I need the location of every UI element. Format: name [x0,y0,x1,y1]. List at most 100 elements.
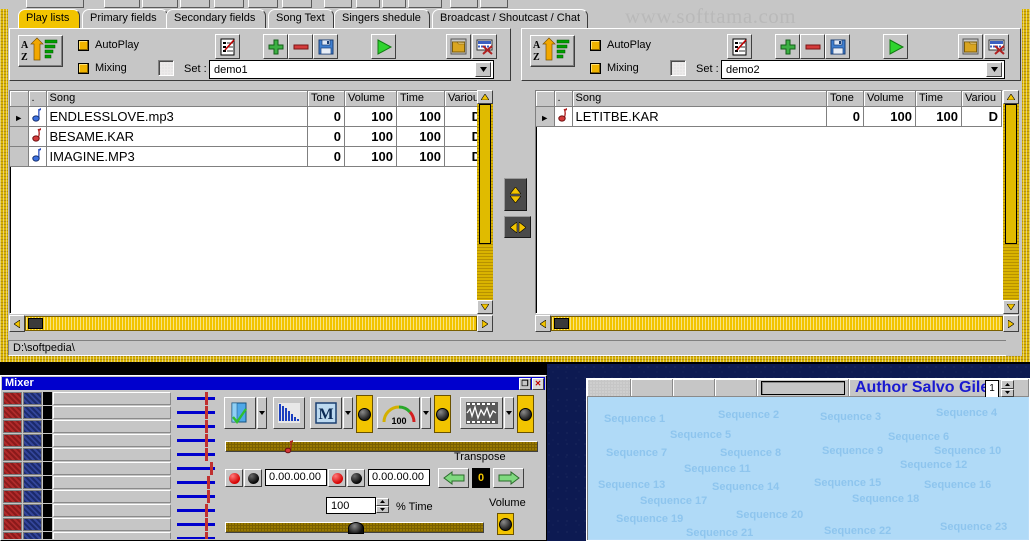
mixer-channel-row[interactable] [3,517,215,531]
midi-volume-knob[interactable] [356,395,373,433]
channel-name-field[interactable] [53,461,171,475]
scroll-track[interactable] [1003,104,1019,300]
autoplay-checkbox-row[interactable]: AutoPlay [590,39,651,51]
scroll-thumb[interactable] [28,318,43,329]
solo-icon[interactable] [23,489,42,503]
channel-slider[interactable] [177,405,215,419]
play-icon[interactable] [883,34,908,59]
timecode-2[interactable]: 0.00.00.00 [368,469,430,486]
channel-name-field[interactable] [53,391,171,405]
timecode-1[interactable]: 0.00.00.00 [265,469,327,486]
set-enable-checkbox[interactable] [670,60,686,76]
chevron-down-icon[interactable] [475,62,491,77]
channel-slider[interactable] [177,391,215,405]
chevron-down-icon[interactable] [421,397,431,429]
solo-icon[interactable] [23,405,42,419]
tab-singers-shedule[interactable]: Singers shedule [334,9,430,28]
page-spinner[interactable] [1001,380,1014,397]
channel-slider[interactable] [177,503,215,517]
mixing-checkbox-row[interactable]: Mixing [78,62,127,74]
mute-icon[interactable] [3,489,22,503]
play-icon[interactable] [371,34,396,59]
channel-slider[interactable] [177,461,215,475]
toolbar-button[interactable] [382,0,406,8]
scroll-right-icon[interactable] [1003,315,1019,332]
transpose-down-icon[interactable] [438,468,469,488]
toolbar-button[interactable] [104,0,140,8]
set-enable-checkbox[interactable] [158,60,174,76]
channel-name-field[interactable] [53,503,171,517]
chevron-down-icon[interactable] [343,397,353,429]
scroll-down-icon[interactable] [477,300,493,314]
tempo-gauge-icon[interactable]: 100 [377,397,420,429]
row-selector[interactable]: ► [536,106,555,127]
channel-slider[interactable] [177,489,215,503]
mixer-channel-row[interactable] [3,531,215,539]
table-row[interactable]: IMAGINE.MP3 0 100 100 D [10,146,485,167]
col-various[interactable]: Variou [961,91,1002,107]
channel-slider[interactable] [177,433,215,447]
scroll-track[interactable] [551,316,1003,331]
col-song[interactable]: Song [46,91,308,107]
edit-list-icon[interactable] [727,34,752,59]
left-grid-hscrollbar[interactable] [9,315,493,332]
scroll-up-icon[interactable] [477,90,493,104]
mixer-channel-row[interactable] [3,447,215,461]
toolbar-button[interactable] [180,0,210,8]
stop-button-1[interactable] [244,469,262,487]
col-time[interactable]: Time [915,91,962,107]
az-sort-icon[interactable]: A Z [18,35,63,67]
left-song-grid[interactable]: . Song Tone Volume Time Variou ► ENDLESS… [9,90,486,314]
spin-up-icon[interactable] [376,498,389,506]
mute-icon[interactable] [3,503,22,517]
delete-list-icon[interactable] [472,34,497,59]
chevron-down-icon[interactable] [986,62,1002,77]
header-cell-5[interactable] [757,379,849,397]
open-folder-icon[interactable] [446,34,471,59]
toolbar-button[interactable] [248,0,278,8]
col-tone[interactable]: Tone [826,91,864,107]
table-row[interactable]: BESAME.KAR 0 100 100 D [10,126,485,147]
channel-name-field[interactable] [53,419,171,433]
mixing-checkbox-row[interactable]: Mixing [590,62,639,74]
chevron-down-icon[interactable] [257,397,267,429]
scroll-thumb[interactable] [554,318,569,329]
status-resize-grip[interactable] [1006,340,1018,356]
scroll-left-icon[interactable] [9,315,25,332]
midi-file-icon[interactable] [224,397,256,429]
solo-icon[interactable] [23,447,42,461]
right-song-grid[interactable]: . Song Tone Volume Time Variou ► LETITBE… [535,90,1003,314]
mixer-channel-list[interactable] [3,391,215,539]
col-volume[interactable]: Volume [344,91,397,107]
solo-icon[interactable] [23,475,42,489]
scroll-up-icon[interactable] [1003,90,1019,104]
scroll-thumb[interactable] [1005,104,1017,244]
table-row[interactable]: ► LETITBE.KAR 0 100 100 D [536,106,1002,127]
mixer-channel-row[interactable] [3,503,215,517]
solo-icon[interactable] [23,433,42,447]
record-button-2[interactable] [328,469,346,487]
lyrics-area[interactable]: Sequence 1 Sequence 2 Sequence 3 Sequenc… [588,397,1028,539]
col-select[interactable] [536,91,555,107]
set-combo-left[interactable]: demo1 [209,60,494,79]
channel-name-field[interactable] [53,475,171,489]
move-vertical-pad[interactable] [504,178,527,211]
header-cell-3[interactable] [673,379,715,397]
row-selector[interactable] [10,146,29,167]
mixing-checkbox[interactable] [78,62,89,74]
scroll-track[interactable] [477,104,493,300]
master-position-slider[interactable] [225,522,484,534]
record-button-1[interactable] [225,469,243,487]
mute-icon[interactable] [3,447,22,461]
tab-play-lists[interactable]: Play lists [18,9,80,28]
mixer-channel-row[interactable] [3,489,215,503]
toolbar-button[interactable] [142,0,178,8]
mixer-channel-row[interactable] [3,419,215,433]
toolbar-dropdown[interactable] [408,0,442,8]
mute-icon[interactable] [3,433,22,447]
remove-icon[interactable] [800,34,825,59]
header-cell-2[interactable] [631,379,673,397]
autoplay-checkbox[interactable] [590,39,601,51]
right-grid-hscrollbar[interactable] [535,315,1019,332]
toolbar-button[interactable] [450,0,478,8]
